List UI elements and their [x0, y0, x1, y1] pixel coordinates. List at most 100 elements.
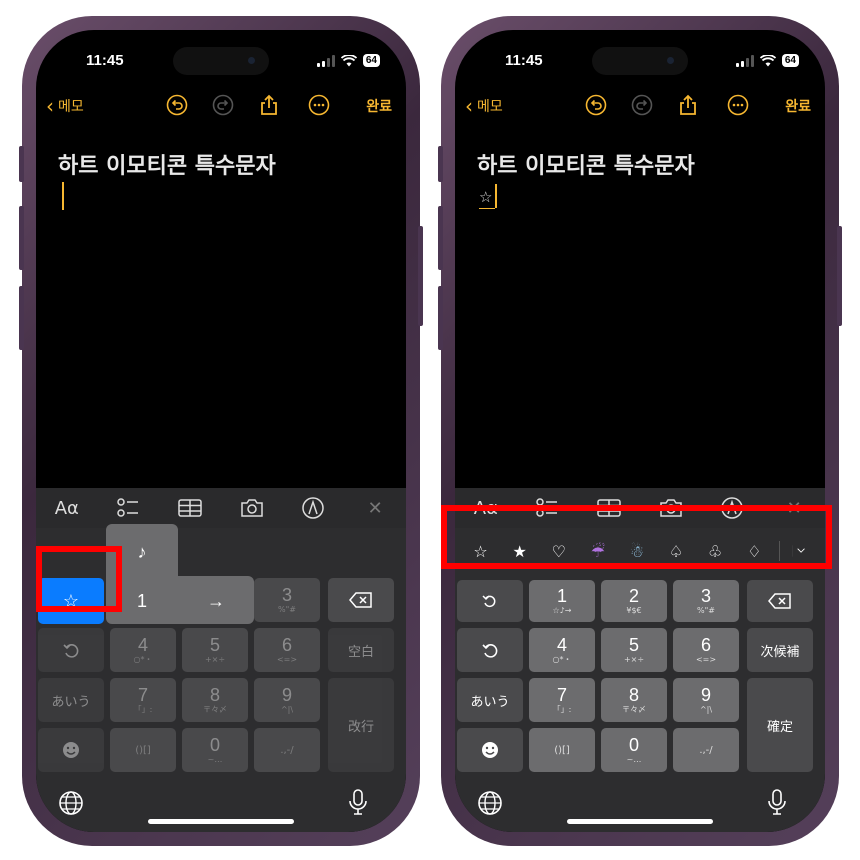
wifi-icon [340, 54, 357, 66]
key-9[interactable]: 9 ^|\ [673, 678, 739, 722]
battery-indicator: 64 [781, 54, 799, 67]
kana-keyboard: ☆ ★ ♡ ☔ ☃ ♤ ♧ ♢ 1 ☆♪→ 2 ¥$€ 3 %"# 4 ○*・ 5 +×÷… [455, 528, 825, 832]
nav-bar: ‹ 메모 완료 [36, 92, 406, 122]
share-icon[interactable] [677, 94, 699, 116]
next-candidate-key[interactable]: 次候補 [747, 628, 813, 672]
key-1[interactable]: 1 ☆♪→ [529, 580, 595, 622]
screen-right: 11:45 64 ‹ 메모 완료 하트 이모티콘 특수문자 ☆ Aα ✕ ☆ ★… [455, 30, 825, 832]
globe-icon[interactable] [58, 790, 84, 816]
close-icon[interactable]: ✕ [362, 495, 388, 521]
volume-up-button [438, 206, 443, 270]
back-button[interactable]: ‹ 메모 [465, 96, 503, 116]
home-indicator [148, 819, 294, 824]
side-button [418, 226, 423, 326]
delete-icon [768, 593, 791, 609]
status-time: 11:45 [86, 52, 124, 69]
key-7[interactable]: 7 「」: [529, 678, 595, 722]
undo-key[interactable] [38, 628, 104, 672]
side-button [837, 226, 842, 326]
volume-up-button [19, 206, 24, 270]
mic-icon[interactable] [348, 788, 368, 816]
space-key[interactable]: 空白 [328, 628, 394, 672]
phone-left: 11:45 64 ‹ 메모 완료 하트 이모티콘 특수문자 Aα ✕ ♪ ☆ 1… [19, 16, 423, 846]
markup-icon[interactable] [300, 495, 326, 521]
key-4[interactable]: 4 ○*・ [529, 628, 595, 672]
undo-arrow-icon [482, 644, 498, 658]
key-8[interactable]: 8 〒々〆 [182, 678, 248, 722]
punct-key[interactable]: .,-/ [673, 728, 739, 772]
highlight-star-key [36, 546, 122, 612]
key-8[interactable]: 8 〒々〆 [601, 678, 667, 722]
typed-text: ☆ [479, 188, 493, 206]
highlight-candidate-bar [441, 505, 832, 569]
chevron-left-icon: ‹ [465, 94, 473, 118]
format-toolbar: Aα ✕ [36, 488, 406, 528]
key-9[interactable]: 9 ^|\ [254, 678, 320, 722]
brackets-key[interactable]: ()[] [110, 728, 176, 772]
volume-down-button [19, 286, 24, 350]
reverse-key[interactable] [457, 580, 523, 622]
share-icon[interactable] [258, 94, 280, 116]
key-5[interactable]: 5 +×÷ [601, 628, 667, 672]
dynamic-island [173, 47, 269, 75]
delete-key[interactable] [328, 578, 394, 622]
status-bar-icons: 64 [735, 54, 799, 67]
text-cursor [495, 184, 497, 208]
key-5[interactable]: 5 +×÷ [182, 628, 248, 672]
screen-left: 11:45 64 ‹ 메모 완료 하트 이모티콘 특수문자 Aα ✕ ♪ ☆ 1… [36, 30, 406, 832]
emoji-icon [63, 742, 79, 758]
table-icon[interactable] [177, 495, 203, 521]
action-button [438, 146, 443, 182]
text-format-button[interactable]: Aα [54, 495, 80, 521]
home-indicator [567, 819, 713, 824]
battery-indicator: 64 [362, 54, 380, 67]
key-4[interactable]: 4 ○*・ [110, 628, 176, 672]
confirm-key[interactable]: 確定 [747, 678, 813, 772]
globe-icon[interactable] [477, 790, 503, 816]
undo-arrow-icon [63, 644, 79, 658]
hiragana-key[interactable]: あいう [457, 678, 523, 722]
marked-text-underline [479, 208, 495, 209]
key-6[interactable]: 6 <=> [254, 628, 320, 672]
emoji-key[interactable] [457, 728, 523, 772]
undo-icon[interactable] [166, 94, 188, 116]
action-button [19, 146, 24, 182]
key-2[interactable]: 2 ¥$€ [601, 580, 667, 622]
chevron-left-icon: ‹ [46, 94, 54, 118]
volume-down-button [438, 286, 443, 350]
back-label: 메모 [58, 99, 84, 115]
note-title[interactable]: 하트 이모티콘 특수문자 [477, 148, 695, 180]
brackets-key[interactable]: ()[] [529, 728, 595, 772]
key-3[interactable]: 3 %"# [254, 578, 320, 622]
key-3[interactable]: 3 %"# [673, 580, 739, 622]
done-button[interactable]: 완료 [785, 96, 811, 116]
delete-key[interactable] [747, 580, 813, 622]
checklist-icon[interactable] [115, 495, 141, 521]
more-icon[interactable] [727, 94, 749, 116]
undo-icon[interactable] [585, 94, 607, 116]
camera-icon[interactable] [239, 495, 265, 521]
signal-icon [316, 54, 335, 67]
undo-key[interactable] [457, 628, 523, 672]
text-cursor [62, 182, 64, 210]
back-button[interactable]: ‹ 메모 [46, 96, 84, 116]
redo-icon[interactable] [212, 94, 234, 116]
note-title[interactable]: 하트 이모티콘 특수문자 [58, 148, 276, 180]
mic-icon[interactable] [767, 788, 787, 816]
emoji-key[interactable] [38, 728, 104, 772]
redo-icon[interactable] [631, 94, 653, 116]
key-0[interactable]: 0 ~… [601, 728, 667, 772]
key-0[interactable]: 0 ~… [182, 728, 248, 772]
dynamic-island [592, 47, 688, 75]
return-key[interactable]: 改行 [328, 678, 394, 772]
status-bar-icons: 64 [316, 54, 380, 67]
emoji-icon [482, 742, 498, 758]
punct-key[interactable]: .,-/ [254, 728, 320, 772]
key-7[interactable]: 7 「」: [110, 678, 176, 722]
key-6[interactable]: 6 <=> [673, 628, 739, 672]
hiragana-key[interactable]: あいう [38, 678, 104, 722]
more-icon[interactable] [308, 94, 330, 116]
done-button[interactable]: 완료 [366, 96, 392, 116]
wifi-icon [759, 54, 776, 66]
flick-right-key[interactable]: → [180, 578, 252, 624]
